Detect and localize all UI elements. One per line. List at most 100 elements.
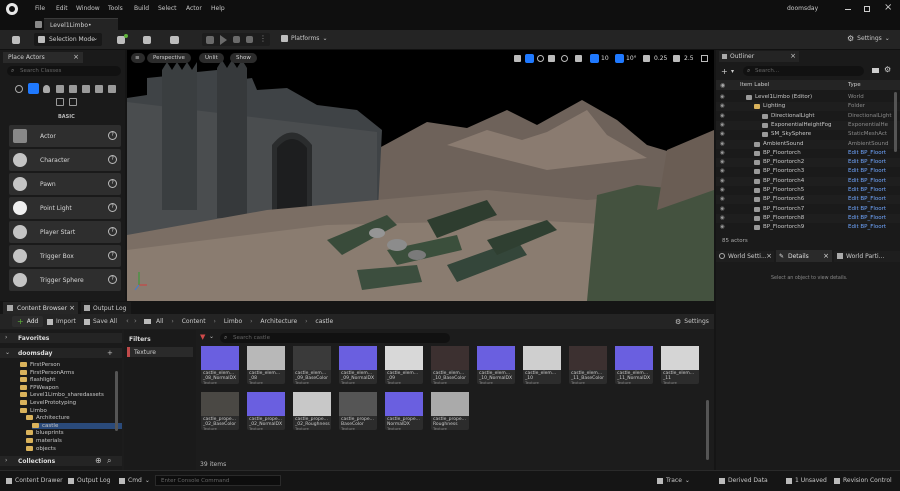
visibility-icon[interactable]: ◉ — [720, 94, 725, 100]
asset-scrollbar[interactable] — [706, 400, 709, 460]
translate-icon[interactable] — [525, 54, 534, 63]
visibility-icon[interactable]: ◉ — [720, 122, 725, 128]
rotation-snap-value[interactable]: 10° — [626, 55, 637, 62]
surface-snap-icon[interactable] — [575, 55, 582, 62]
outliner-scrollbar[interactable] — [894, 92, 897, 152]
visibility-icon[interactable]: ◉ — [720, 178, 725, 184]
folder-tree-item[interactable]: LevelPrototyping — [20, 400, 76, 406]
save-icon[interactable] — [12, 36, 20, 44]
place-actor-item[interactable]: Trigger Box ? — [9, 245, 121, 267]
close-icon[interactable]: × — [823, 252, 829, 260]
level-viewport[interactable]: ≡ Perspective Unlit Show 10 10° 0.25 2.5 — [127, 50, 714, 301]
plus-icon[interactable]: + — [107, 349, 113, 357]
outliner-row[interactable]: ◉ AmbientSound AmbientSound — [716, 139, 900, 149]
column-label[interactable]: Item Label — [740, 82, 769, 88]
menu-edit[interactable]: Edit — [56, 5, 68, 12]
outliner-row-type[interactable]: Edit BP_Floort — [848, 206, 886, 212]
asset-tile[interactable]: castle_elem... _08_NormalDX Texture — [201, 346, 239, 385]
menu-file[interactable]: File — [35, 5, 45, 12]
folder-tree-item[interactable]: FPWeapon — [20, 384, 59, 391]
folder-tree-item[interactable]: FirstPersonArms — [20, 369, 74, 376]
asset-tile[interactable]: castle_elem... _09 Texture — [385, 346, 423, 385]
content-settings-button[interactable]: ⚙ Settings — [675, 318, 709, 325]
settings-button[interactable]: ⚙ Settings ⌄ — [847, 35, 890, 43]
help-icon[interactable]: ? — [108, 179, 117, 188]
outliner-row-type[interactable]: Edit BP_Floort — [848, 150, 886, 156]
world-local-icon[interactable] — [561, 55, 568, 62]
folder-tree-item[interactable]: materials — [26, 438, 62, 444]
minimize-icon[interactable] — [845, 9, 851, 10]
visibility-icon[interactable]: ◉ — [720, 196, 725, 202]
breadcrumb-item[interactable]: castle — [315, 318, 333, 325]
asset-tile[interactable]: castle_elem... _08 Texture — [247, 346, 285, 385]
outliner-row[interactable]: ◉ BP_Floortorch3 Edit BP_Floort — [716, 167, 900, 176]
help-icon[interactable]: ? — [108, 131, 117, 140]
visibility-icon[interactable]: ◉ — [720, 187, 725, 193]
asset-tile[interactable]: castle_prope... NormalDX Texture — [385, 392, 423, 431]
place-actor-item[interactable]: Character ? — [9, 149, 121, 171]
collections-header[interactable]: › Collections ⊕ ⌕ — [0, 456, 122, 466]
back-icon[interactable]: ‹ — [126, 317, 129, 325]
visibility-icon[interactable]: ◉ — [720, 215, 725, 221]
world-settings-tab[interactable]: World Setti... × — [716, 251, 774, 262]
place-actor-item[interactable]: Trigger Sphere ? — [9, 269, 121, 291]
outliner-row[interactable]: ◉ BP_Floortorch5 Edit BP_Floort — [716, 186, 900, 195]
maximize-icon[interactable] — [864, 6, 870, 12]
output-log-button[interactable]: Output Log — [68, 477, 110, 484]
outliner-row[interactable]: ◉ BP_Floortorch6 Edit BP_Floort — [716, 195, 900, 205]
outliner-row-type[interactable]: Edit BP_Floort — [848, 187, 886, 193]
place-actors-tab[interactable]: Place Actors × — [3, 52, 83, 63]
maximize-viewport-icon[interactable] — [701, 55, 708, 62]
rotation-snap-icon[interactable] — [615, 54, 624, 63]
visibility-icon[interactable]: ◉ — [720, 206, 725, 212]
search-icon[interactable]: ⌕ — [107, 456, 111, 466]
play-icon[interactable] — [220, 35, 227, 45]
visibility-icon[interactable]: ◉ — [720, 82, 725, 89]
details-tab[interactable]: ✎ Details × — [776, 250, 832, 262]
asset-tile[interactable]: castle_elem... _09_NormalDX Texture — [339, 346, 377, 385]
outliner-search-input[interactable]: ⌕ Search... — [743, 66, 864, 76]
help-icon[interactable]: ? — [108, 251, 117, 260]
menu-select[interactable]: Select — [158, 5, 177, 12]
console-input[interactable]: Enter Console Command — [155, 475, 281, 486]
asset-search-input[interactable]: ⌕ Search castle — [220, 333, 450, 343]
level-tab[interactable]: Level1Limbo• — [44, 18, 118, 30]
visibility-icon[interactable]: ◉ — [720, 113, 725, 119]
add-button[interactable]: + Add — [12, 316, 44, 327]
outliner-row[interactable]: ◉ BP_Floortorch4 Edit BP_Floort — [716, 176, 900, 186]
eject-icon[interactable] — [246, 36, 253, 43]
place-actor-item[interactable]: Player Start ? — [9, 221, 121, 243]
visibility-icon[interactable]: ◉ — [720, 103, 725, 109]
content-browser-tab[interactable]: Content Browser × — [3, 302, 78, 314]
visibility-icon[interactable]: ◉ — [720, 141, 725, 147]
outliner-row-type[interactable]: Edit BP_Floort — [848, 159, 886, 165]
menu-actor[interactable]: Actor — [186, 5, 202, 12]
outliner-row[interactable]: ◉ SM_SkySphere StaticMeshAct — [716, 130, 900, 139]
new-folder-icon[interactable] — [872, 68, 879, 73]
scene-render[interactable] — [127, 50, 714, 301]
asset-tile[interactable]: castle_prope... _02_Roughness Texture — [293, 392, 331, 431]
cmd-dropdown[interactable]: Cmd ⌄ — [119, 477, 150, 484]
column-type[interactable]: Type — [848, 82, 861, 88]
stop-icon[interactable] — [233, 36, 240, 43]
asset-tile[interactable]: castle_prope... _02_BaseColor Texture — [201, 392, 239, 431]
outliner-row-type[interactable]: Edit BP_Floort — [848, 168, 886, 174]
outliner-row[interactable]: ◉ DirectionalLight DirectionalLight — [716, 112, 900, 121]
visibility-icon[interactable]: ◉ — [720, 150, 725, 156]
forward-icon[interactable]: › — [134, 317, 137, 325]
folder-tree-item[interactable]: Architecture — [26, 415, 70, 421]
search-classes-input[interactable]: ⌕ Search Classes — [7, 66, 121, 76]
outliner-row[interactable]: ◉ BP_Floortorch2 Edit BP_Floort — [716, 158, 900, 168]
import-button[interactable]: Import — [47, 318, 76, 325]
view-mode-button[interactable]: Unlit — [199, 53, 224, 63]
texture-filter[interactable]: Texture — [127, 347, 193, 357]
help-icon[interactable]: ? — [108, 227, 117, 236]
output-log-tab[interactable]: Output Log — [81, 302, 131, 314]
play-options-icon[interactable]: ⋮ — [259, 34, 267, 43]
close-icon[interactable]: × — [766, 252, 772, 260]
camera-speed-icon[interactable] — [673, 55, 680, 62]
scale-snap-icon[interactable] — [643, 55, 650, 62]
recent-icon[interactable] — [15, 85, 23, 93]
folder-tree-item[interactable]: castle — [32, 422, 122, 429]
outliner-row-type[interactable]: Edit BP_Floort — [848, 224, 886, 230]
